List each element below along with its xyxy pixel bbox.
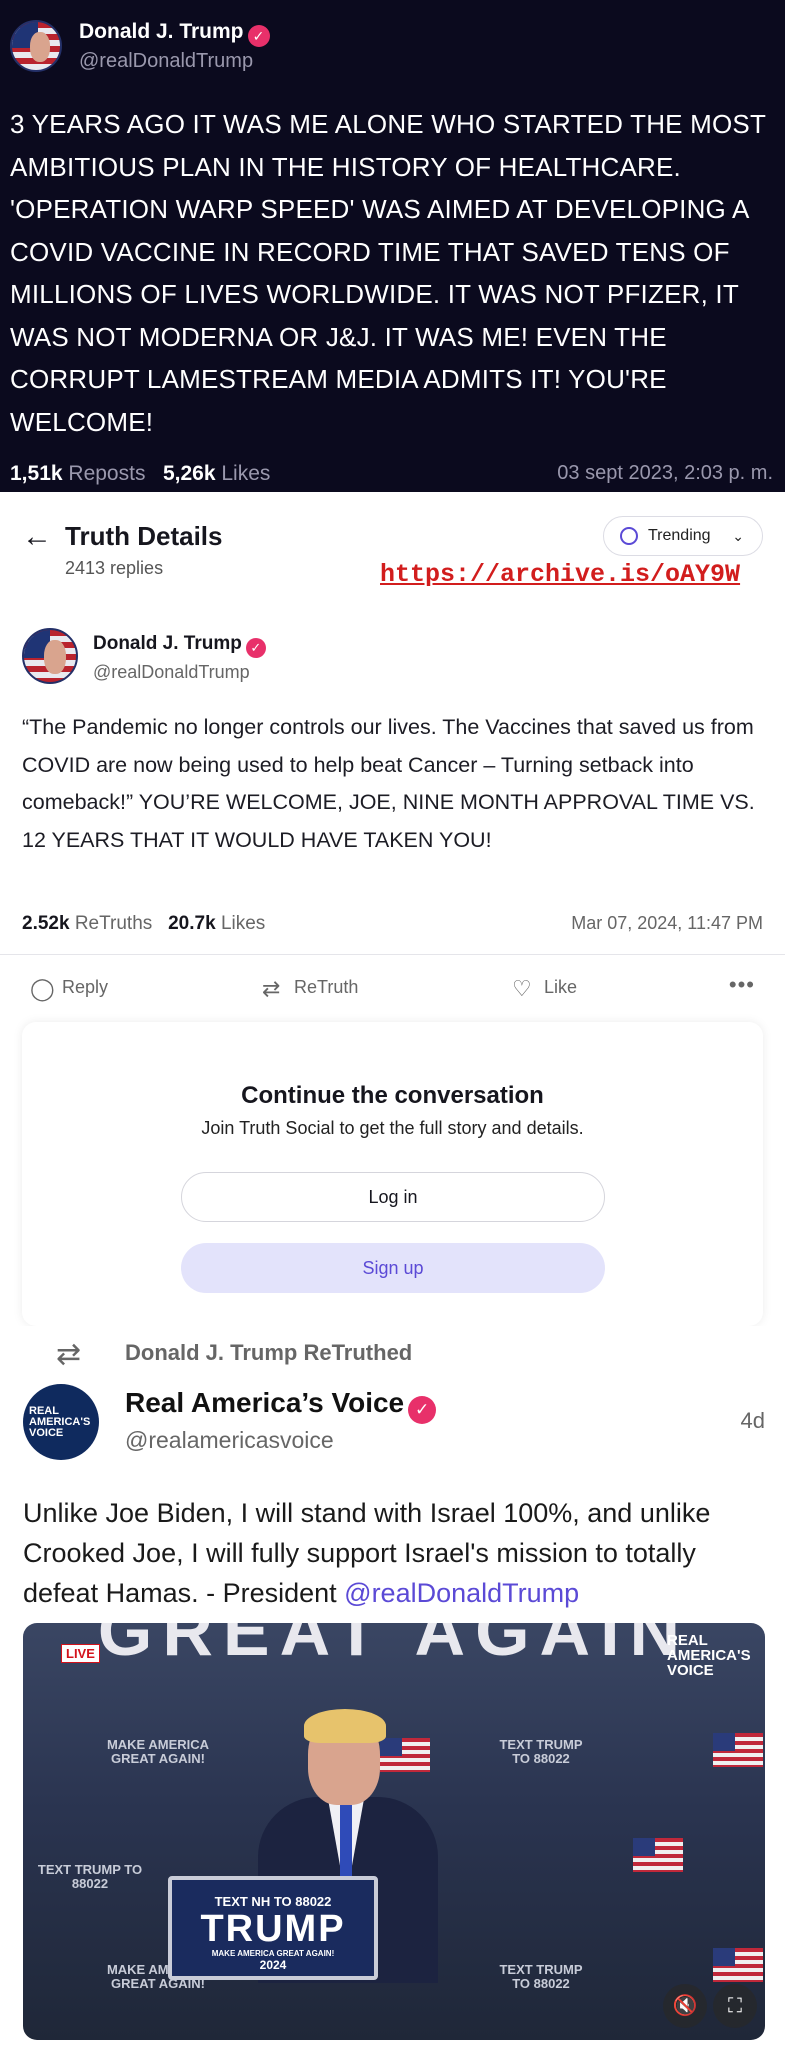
reposts-count: 1,51k bbox=[10, 462, 63, 485]
post-body: Unlike Joe Biden, I will stand with Isra… bbox=[23, 1493, 768, 1613]
us-flag-icon bbox=[633, 1838, 683, 1872]
like-label: Like bbox=[544, 977, 578, 997]
text-trump-sign: TEXT TRUMP TO 88022 bbox=[37, 1862, 143, 1891]
mention-link[interactable]: @realDonaldTrump bbox=[344, 1578, 579, 1608]
verified-badge-icon: ✓ bbox=[408, 1396, 437, 1424]
author-handle[interactable]: @realDonaldTrump bbox=[79, 50, 253, 73]
reply-icon: ◯ bbox=[30, 976, 55, 1001]
post-screenshot-3: ⇄ Donald J. Trump ReTruthed REAL AMERICA… bbox=[0, 1326, 785, 2072]
signup-prompt-card: Continue the conversation Join Truth Soc… bbox=[22, 1022, 763, 1326]
prompt-title: Continue the conversation bbox=[241, 1082, 544, 1109]
author-handle[interactable]: @realamericasvoice bbox=[125, 1427, 334, 1454]
verified-badge-icon: ✓ bbox=[247, 25, 270, 47]
podium-name: TRUMP bbox=[200, 1908, 346, 1950]
archive-link[interactable]: https://archive.is/oAY9W bbox=[380, 560, 740, 589]
post-screenshot-1: Donald J. Trump ✓ @realDonaldTrump 3 YEAR… bbox=[0, 0, 785, 492]
post-timestamp: Mar 07, 2024, 11:47 PM bbox=[571, 913, 763, 933]
likes-label[interactable]: Likes bbox=[221, 913, 265, 934]
divider bbox=[0, 954, 785, 955]
trending-label: Trending bbox=[648, 527, 711, 544]
fullscreen-icon[interactable]: ⛶ bbox=[713, 1984, 757, 2028]
like-button[interactable]: ♡ Like bbox=[512, 976, 577, 1002]
podium-tagline: MAKE AMERICA GREAT AGAIN! bbox=[211, 1949, 335, 1958]
signup-button[interactable]: Sign up bbox=[181, 1243, 605, 1293]
retruthed-by[interactable]: Donald J. Trump ReTruthed bbox=[125, 1340, 412, 1366]
retruth-button[interactable]: ⇄ ReTruth bbox=[262, 976, 358, 1002]
author-handle[interactable]: @realDonaldTrump bbox=[93, 662, 250, 683]
text-trump-sign: TEXT TRUMP TO 88022 bbox=[499, 1962, 583, 1991]
podium-year: 2024 bbox=[259, 1958, 287, 1972]
likes-count: 5,26k bbox=[162, 462, 216, 485]
likes-count: 20.7k bbox=[168, 913, 216, 934]
post-stats: 2.52k ReTruths 20.7k Likes bbox=[22, 913, 265, 935]
prompt-subtitle: Join Truth Social to get the full story … bbox=[201, 1118, 584, 1138]
author-name-text: Donald J. Trump bbox=[79, 20, 244, 43]
retruths-count: 2.52k bbox=[22, 913, 70, 934]
chevron-down-icon: ⌄ bbox=[732, 528, 744, 544]
post-stats: 1,51k Reposts 5,26k Likes bbox=[10, 462, 270, 486]
backdrop-banner: GREAT AGAIN bbox=[97, 1623, 691, 1670]
author-name[interactable]: Donald J. Trump ✓ bbox=[79, 20, 270, 47]
text-trump-sign: TEXT TRUMP TO 88022 bbox=[499, 1737, 583, 1766]
more-options-icon[interactable]: ••• bbox=[729, 972, 755, 998]
podium-line-1: TEXT NH TO 88022 bbox=[214, 1894, 332, 1909]
post-body: “The Pandemic no longer controls our liv… bbox=[22, 715, 755, 852]
author-name[interactable]: Real America’s Voice ✓ bbox=[125, 1387, 437, 1424]
reposts-label[interactable]: Reposts bbox=[68, 462, 145, 485]
back-arrow-icon[interactable]: ← bbox=[22, 522, 52, 552]
retruths-label[interactable]: ReTruths bbox=[75, 913, 152, 934]
avatar[interactable] bbox=[10, 20, 62, 72]
reply-label: Reply bbox=[62, 977, 109, 997]
likes-label[interactable]: Likes bbox=[221, 462, 270, 485]
author-name-text: Donald J. Trump bbox=[93, 633, 242, 654]
author-name-text: Real America’s Voice bbox=[125, 1387, 405, 1418]
trending-icon bbox=[620, 527, 638, 545]
live-badge: LIVE bbox=[61, 1644, 100, 1663]
us-flag-icon bbox=[713, 1733, 763, 1767]
replies-count: 2413 replies bbox=[65, 558, 164, 578]
post-screenshot-2: ← Truth Details 2413 replies Trending ⌄ … bbox=[0, 492, 785, 1326]
retruth-icon: ⇄ bbox=[262, 976, 281, 1001]
heart-icon: ♡ bbox=[512, 976, 532, 1001]
post-age: 4d bbox=[740, 1408, 765, 1433]
post-timestamp: 03 sept 2023, 2:03 p. m. bbox=[557, 462, 773, 484]
retruth-icon: ⇄ bbox=[56, 1338, 82, 1371]
us-flag-icon bbox=[713, 1948, 763, 1982]
channel-logo: REAL AMERICA'S VOICE bbox=[667, 1632, 751, 1679]
login-button[interactable]: Log in bbox=[181, 1172, 605, 1222]
avatar[interactable] bbox=[22, 628, 78, 684]
verified-badge-icon: ✓ bbox=[245, 638, 266, 658]
post-body: 3 YEARS AGO IT WAS ME ALONE WHO STARTED … bbox=[10, 109, 766, 437]
author-name[interactable]: Donald J. Trump ✓ bbox=[93, 633, 266, 658]
trending-dropdown[interactable]: Trending ⌄ bbox=[603, 516, 763, 556]
maga-sign: MAKE AMERICA GREAT AGAIN! bbox=[106, 1737, 210, 1766]
avatar[interactable]: REAL AMERICA'S VOICE bbox=[23, 1384, 99, 1460]
retruth-label: ReTruth bbox=[294, 977, 359, 997]
mute-icon[interactable]: 🔇 bbox=[663, 1984, 707, 2028]
page-title: Truth Details bbox=[65, 521, 223, 551]
podium-sign: TEXT NH TO 88022 TRUMP MAKE AMERICA GREA… bbox=[168, 1876, 378, 1980]
reply-button[interactable]: ◯ Reply bbox=[30, 976, 108, 1002]
video-player[interactable]: GREAT AGAIN LIVE REAL AMERICA'S VOICE MA… bbox=[23, 1623, 765, 2040]
